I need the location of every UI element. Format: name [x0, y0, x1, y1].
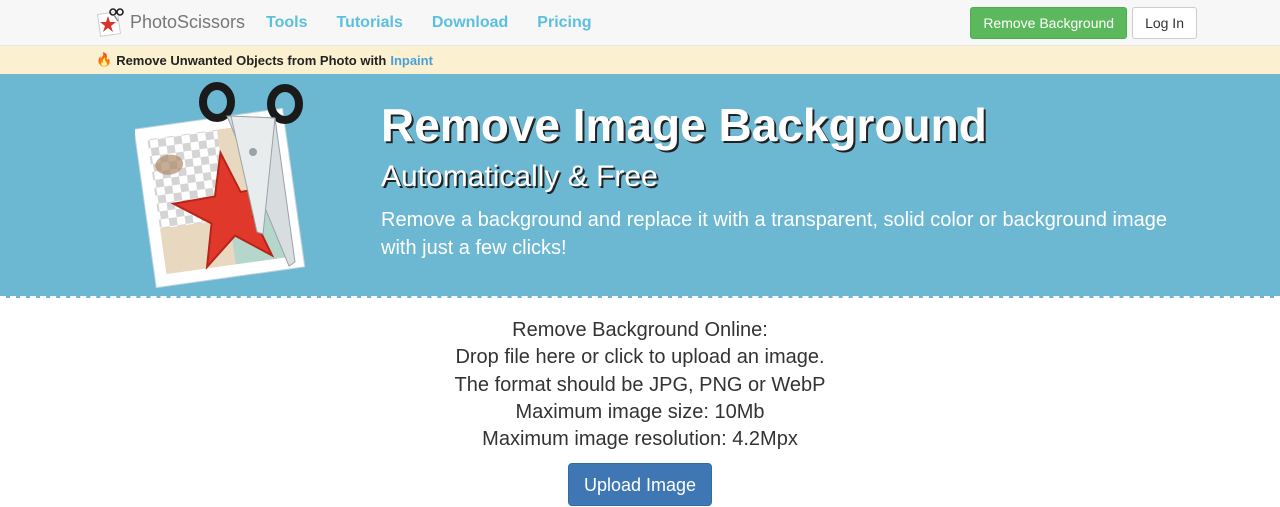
upload-format-info: The format should be JPG, PNG or WebP	[454, 373, 826, 396]
nav-link-download[interactable]: Download	[432, 14, 508, 32]
nav-link-tutorials[interactable]: Tutorials	[336, 14, 402, 32]
nav-actions: Remove Background Log In	[970, 7, 1197, 39]
fire-icon: 🔥	[96, 52, 113, 67]
scissors-star-logo-icon	[97, 8, 124, 37]
upload-heading: Remove Background Online:	[512, 319, 768, 341]
navbar: PhotoScissors Tools Tutorials Download P…	[0, 0, 1280, 46]
remove-background-button[interactable]: Remove Background	[970, 7, 1128, 39]
upload-size-info: Maximum image size: 10Mb	[515, 400, 765, 423]
login-button[interactable]: Log In	[1132, 7, 1197, 39]
upload-resolution-info: Maximum image resolution: 4.2Mpx	[482, 428, 798, 451]
hero-subtitle: Automatically & Free	[381, 160, 658, 193]
promo-text: Remove Unwanted Objects from Photo with	[116, 52, 387, 68]
nav-link-pricing[interactable]: Pricing	[537, 14, 591, 32]
hero-section: Remove Image Background Automatically & …	[0, 74, 1280, 298]
nav-link-tools[interactable]: Tools	[266, 14, 307, 32]
upload-dropzone[interactable]: Remove Background Online: Drop file here…	[0, 298, 1280, 507]
hero-title: Remove Image Background	[381, 99, 987, 151]
upload-instruction: Drop file here or click to upload an ima…	[455, 346, 825, 369]
inpaint-link[interactable]: Inpaint	[390, 53, 433, 68]
brand-link[interactable]: PhotoScissors	[96, 6, 245, 38]
upload-image-button[interactable]: Upload Image	[567, 463, 713, 507]
brand-name: PhotoScissors	[130, 11, 246, 32]
promo-banner: 🔥 Remove Unwanted Objects from Photo wit…	[0, 46, 1280, 74]
hero-description: Remove a background and replace it with …	[381, 209, 1167, 259]
hero-illustration	[135, 82, 306, 289]
main-nav: Tools Tutorials Download Pricing	[266, 0, 621, 45]
